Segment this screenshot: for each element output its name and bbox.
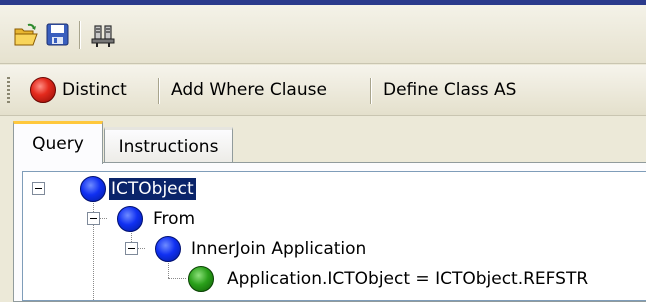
tree-node-innerjoin[interactable]: InnerJoin Application [189,238,368,260]
tab-instructions[interactable]: Instructions [104,127,233,164]
main-toolbar [0,5,646,64]
tree-node-ictobject[interactable]: ICTObject [109,178,196,200]
green-node-icon [188,266,214,292]
add-where-clause-button[interactable]: Add Where Clause [171,73,327,107]
collapse-toggle-icon[interactable] [87,212,100,225]
distinct-button[interactable]: Distinct [30,73,127,107]
query-toolbar: Distinct Add Where Clause Define Class A… [0,65,646,116]
distinct-label: Distinct [62,80,127,100]
tab-strip: Query Instructions [0,115,646,164]
red-circle-icon [30,77,56,103]
define-class-as-label: Define Class AS [383,80,517,100]
tree-connector [168,278,186,280]
save-icon[interactable] [45,22,71,48]
collapse-toggle-icon[interactable] [32,182,45,195]
blue-node-icon [155,236,181,262]
tab-instructions-label: Instructions [118,137,219,157]
query-tree[interactable]: ICTObject From InnerJoin Application App… [22,171,646,301]
blue-node-icon [80,176,106,202]
toolbar-separator [370,78,372,104]
toolbar-separator [158,78,160,104]
collapse-toggle-icon[interactable] [125,242,138,255]
toolbar-separator [79,21,81,49]
toolbar-grip[interactable] [7,77,10,103]
add-where-clause-label: Add Where Clause [171,80,327,100]
connect-icon[interactable] [88,22,115,48]
tree-connector [93,224,95,300]
tree-node-condition[interactable]: Application.ICTObject = ICTObject.REFSTR [225,268,590,290]
tree-node-from[interactable]: From [151,208,197,230]
tab-query[interactable]: Query [13,121,103,164]
tab-query-label: Query [32,134,84,154]
open-folder-icon[interactable] [13,22,39,48]
blue-node-icon [117,206,143,232]
define-class-as-button[interactable]: Define Class AS [383,73,516,107]
